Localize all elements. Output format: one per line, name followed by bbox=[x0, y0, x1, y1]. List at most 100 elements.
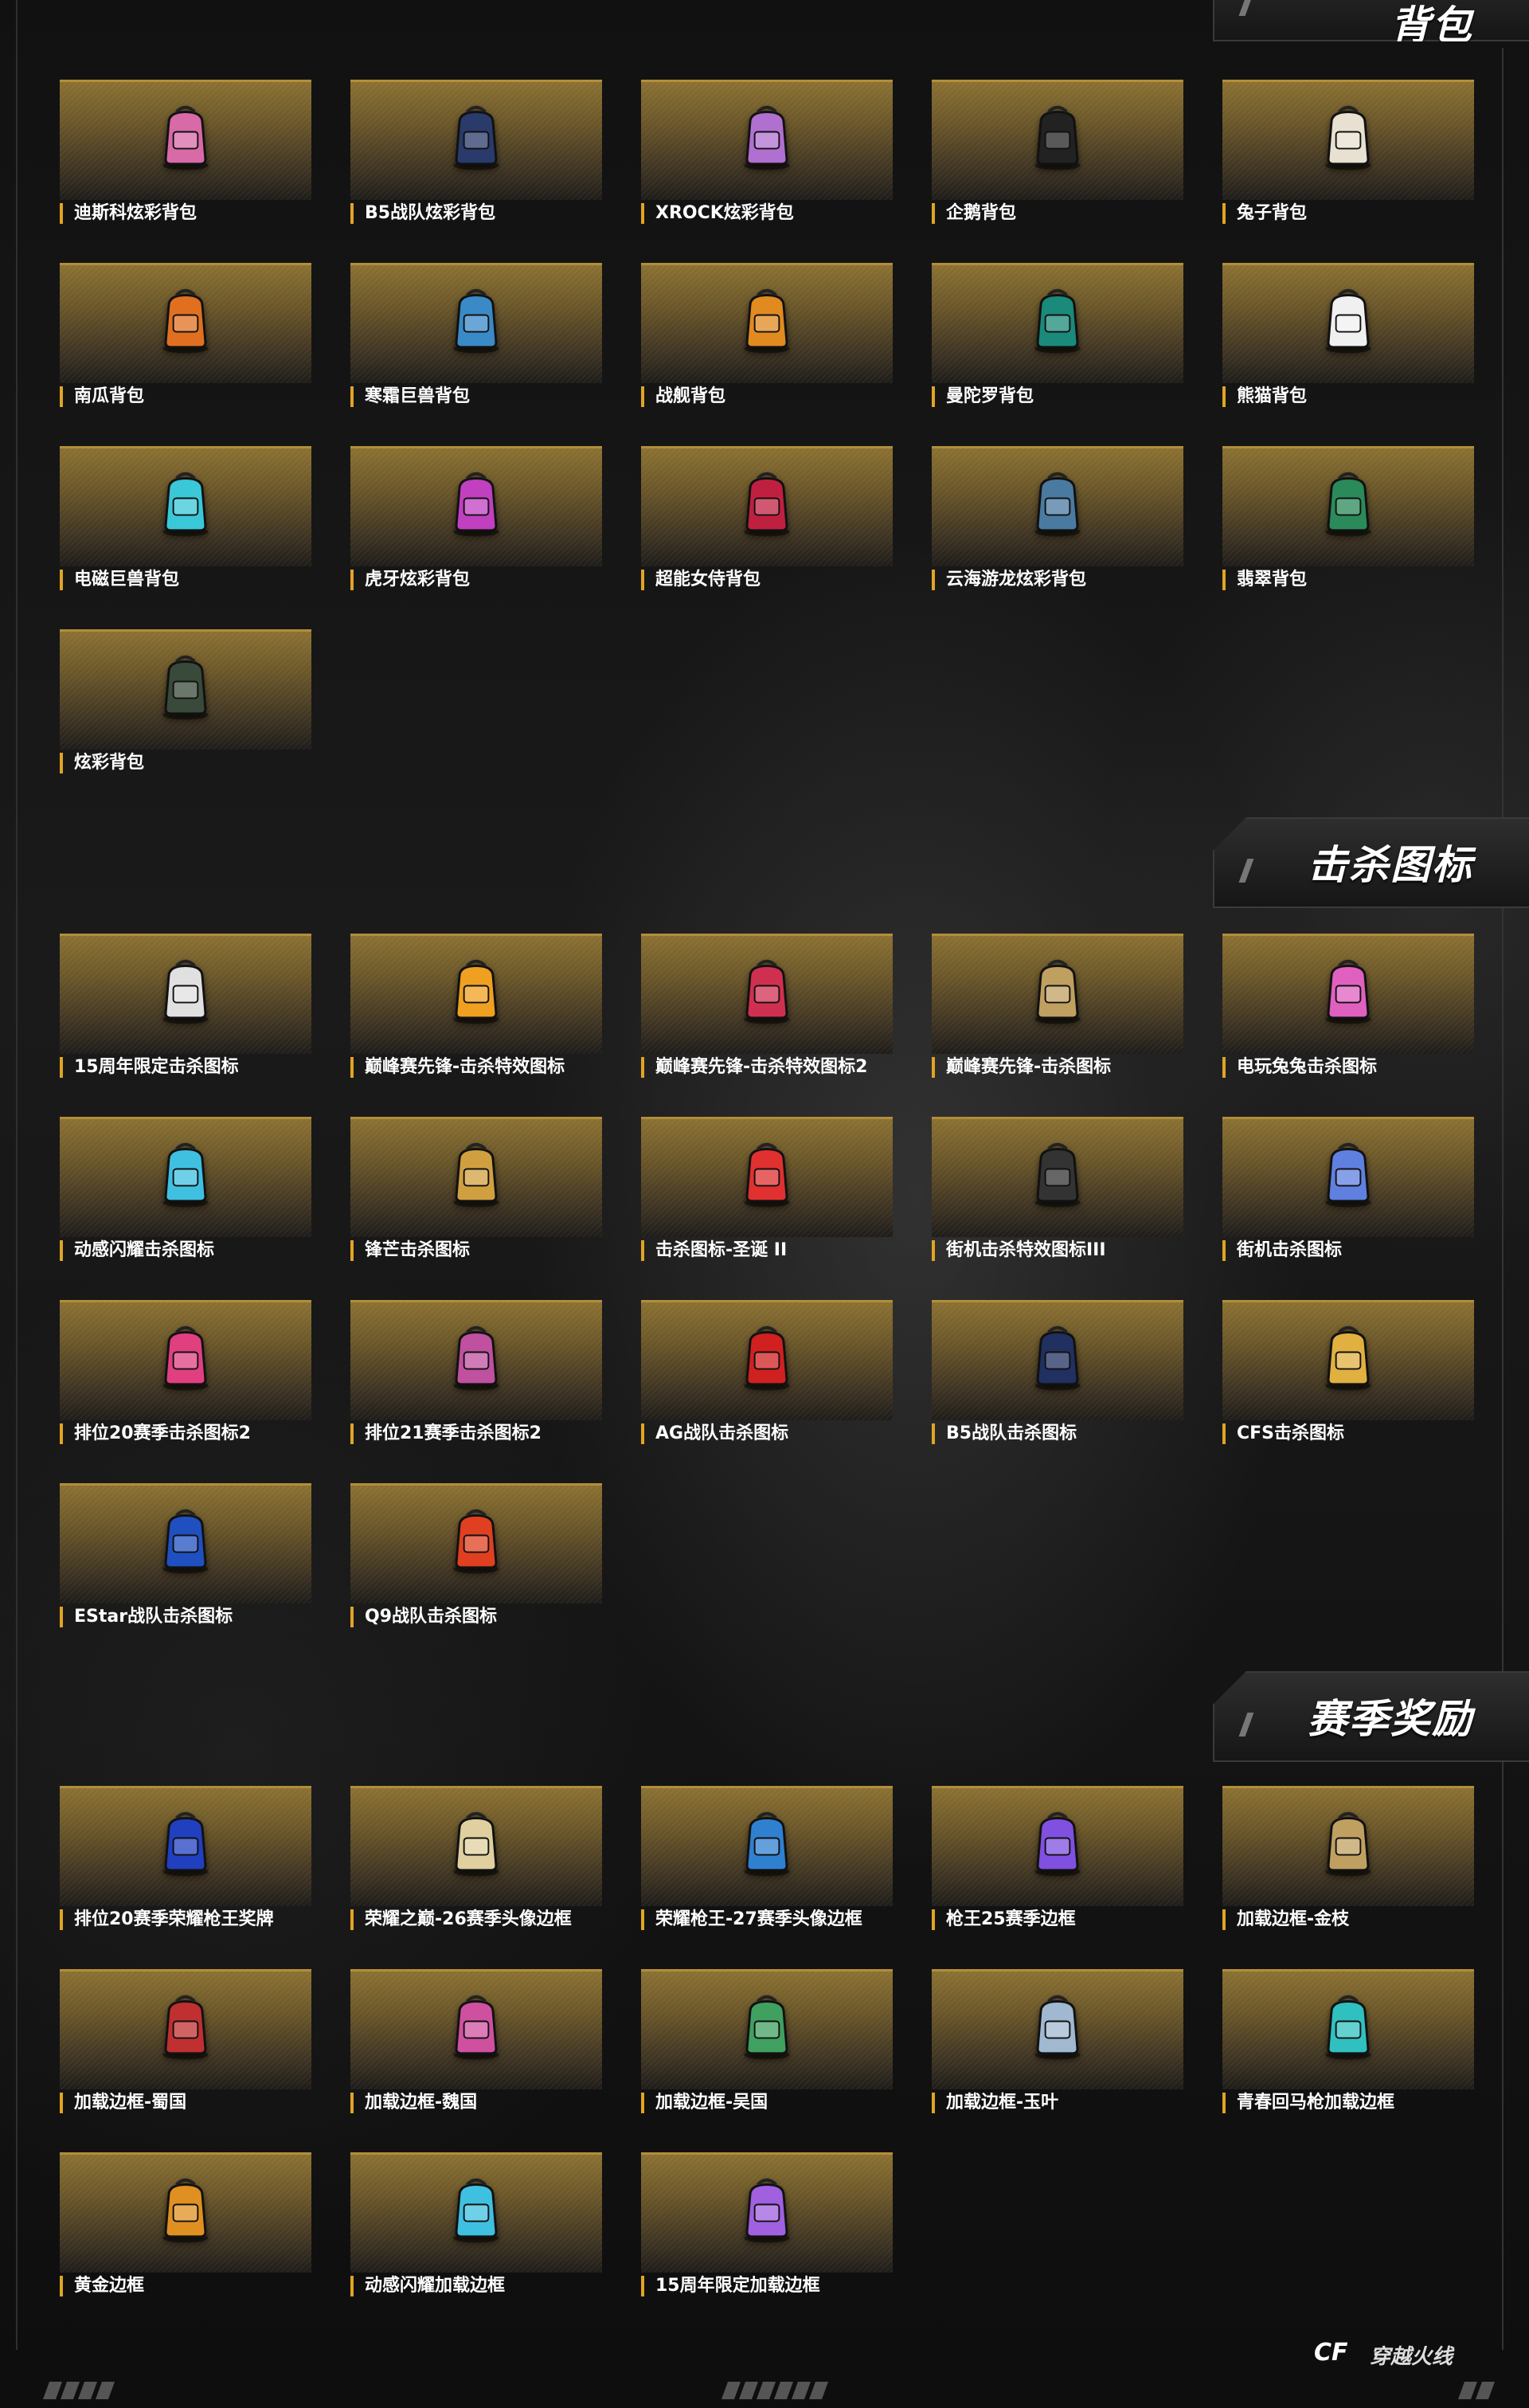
item-card bbox=[932, 263, 1183, 383]
reward-item[interactable]: 炫彩背包 bbox=[60, 629, 311, 773]
item-label: 电玩兔兔击杀图标 bbox=[1222, 1057, 1377, 1078]
reward-item[interactable]: XROCK炫彩背包 bbox=[641, 80, 893, 224]
item-label: 超能女侍背包 bbox=[641, 570, 761, 590]
item-label: 加载边框-吴国 bbox=[641, 2093, 768, 2113]
reward-item[interactable]: 加载边框-吴国 bbox=[641, 1969, 893, 2113]
item-card bbox=[641, 1969, 893, 2089]
reward-item[interactable]: CFS击杀图标 bbox=[1222, 1300, 1474, 1444]
item-label: 锋芒击杀图标 bbox=[350, 1240, 470, 1261]
footer-stripes-right bbox=[1457, 2382, 1496, 2399]
backpack-dark-green-icon bbox=[147, 648, 224, 724]
reward-item[interactable]: 南瓜背包 bbox=[60, 263, 311, 407]
item-card bbox=[932, 80, 1183, 200]
item-card bbox=[932, 1117, 1183, 1237]
logo-name: 穿越火线 bbox=[1370, 2345, 1453, 2369]
reward-item[interactable]: 15周年限定加载边框 bbox=[641, 2152, 893, 2296]
item-label: 黄金边框 bbox=[60, 2276, 144, 2296]
reward-item[interactable]: 寒霜巨兽背包 bbox=[350, 263, 602, 407]
reward-item[interactable]: 动感闪耀加载边框 bbox=[350, 2152, 602, 2296]
backpack-pink-icon bbox=[147, 98, 224, 174]
item-label: 战舰背包 bbox=[641, 386, 725, 407]
reward-item[interactable]: 街机击杀特效图标III bbox=[932, 1117, 1183, 1261]
item-label: XROCK炫彩背包 bbox=[641, 203, 794, 224]
wing-frame-gold-icon bbox=[438, 1804, 514, 1881]
reward-item[interactable]: 虎牙炫彩背包 bbox=[350, 446, 602, 590]
reward-item[interactable]: 15周年限定击杀图标 bbox=[60, 934, 311, 1078]
item-card bbox=[641, 446, 893, 566]
reward-item[interactable]: 企鹅背包 bbox=[932, 80, 1183, 224]
ranked-skull-icon bbox=[147, 1318, 224, 1395]
frame-purple-icon bbox=[1019, 1804, 1096, 1881]
reward-item[interactable]: 排位21赛季击杀图标2 bbox=[350, 1300, 602, 1444]
section-header: 赛季奖励 bbox=[1213, 1671, 1529, 1762]
item-label: 荣耀枪王-27赛季头像边框 bbox=[641, 1909, 862, 1930]
item-card bbox=[60, 2152, 311, 2273]
pumpkin-backpack-icon bbox=[147, 281, 224, 358]
reward-item[interactable]: 击杀图标-圣诞 II bbox=[641, 1117, 893, 1261]
item-card bbox=[1222, 446, 1474, 566]
item-label: 炫彩背包 bbox=[60, 753, 144, 773]
armored-skull-icon bbox=[1019, 952, 1096, 1028]
item-label: 巅峰赛先锋-击杀特效图标2 bbox=[641, 1057, 867, 1078]
reward-item[interactable]: 街机击杀图标 bbox=[1222, 1117, 1474, 1261]
reward-item[interactable]: 超能女侍背包 bbox=[641, 446, 893, 590]
reward-item[interactable]: Q9战队击杀图标 bbox=[350, 1483, 602, 1627]
item-card bbox=[350, 1786, 602, 1906]
reward-item[interactable]: 加载边框-金枝 bbox=[1222, 1786, 1474, 1930]
frame-golden-branch-icon bbox=[1310, 1804, 1386, 1881]
left-frame-line bbox=[16, 0, 18, 2350]
item-label: 电磁巨兽背包 bbox=[60, 570, 179, 590]
header-accent bbox=[1238, 0, 1254, 16]
reward-item[interactable]: 云海游龙炫彩背包 bbox=[932, 446, 1183, 590]
reward-item[interactable]: 荣耀枪王-27赛季头像边框 bbox=[641, 1786, 893, 1930]
reward-item[interactable]: 加载边框-蜀国 bbox=[60, 1969, 311, 2113]
item-card bbox=[641, 2152, 893, 2273]
cloud-dragon-backpack-icon bbox=[1019, 464, 1096, 541]
reward-item[interactable]: 锋芒击杀图标 bbox=[350, 1117, 602, 1261]
item-label: 加载边框-魏国 bbox=[350, 2093, 477, 2113]
winged-skull-pink-icon bbox=[1310, 952, 1386, 1028]
reward-item[interactable]: 黄金边框 bbox=[60, 2152, 311, 2296]
reward-item[interactable]: 战舰背包 bbox=[641, 263, 893, 407]
reward-item[interactable]: EStar战队击杀图标 bbox=[60, 1483, 311, 1627]
reward-item[interactable]: 排位20赛季击杀图标2 bbox=[60, 1300, 311, 1444]
reward-item[interactable]: B5战队击杀图标 bbox=[932, 1300, 1183, 1444]
item-card bbox=[932, 934, 1183, 1054]
item-card bbox=[641, 1786, 893, 1906]
reward-item[interactable]: 排位20赛季荣耀枪王奖牌 bbox=[60, 1786, 311, 1930]
jade-backpack-icon bbox=[1310, 464, 1386, 541]
item-label: 动感闪耀加载边框 bbox=[350, 2276, 505, 2296]
item-card bbox=[350, 2152, 602, 2273]
reward-item[interactable]: 巅峰赛先锋-击杀特效图标 bbox=[350, 934, 602, 1078]
item-card bbox=[350, 1969, 602, 2089]
reward-item[interactable]: 电磁巨兽背包 bbox=[60, 446, 311, 590]
section-title: 赛季奖励 bbox=[1308, 1696, 1473, 1742]
reward-item[interactable]: 兔子背包 bbox=[1222, 80, 1474, 224]
item-label: 街机击杀特效图标III bbox=[932, 1240, 1106, 1261]
crown-skull-icon bbox=[729, 952, 805, 1028]
team-skull-orange-icon bbox=[438, 1502, 514, 1578]
trophy-icon bbox=[438, 952, 514, 1028]
reward-item[interactable]: 曼陀罗背包 bbox=[932, 263, 1183, 407]
reward-item[interactable]: 巅峰赛先锋-击杀图标 bbox=[932, 934, 1183, 1078]
reward-item[interactable]: 熊猫背包 bbox=[1222, 263, 1474, 407]
reward-item[interactable]: 翡翠背包 bbox=[1222, 446, 1474, 590]
reward-item[interactable]: 青春回马枪加载边框 bbox=[1222, 1969, 1474, 2113]
item-label: 加载边框-玉叶 bbox=[932, 2093, 1058, 2113]
frame-cyan-icon bbox=[1310, 1987, 1386, 2064]
reward-item[interactable]: 迪斯科炫彩背包 bbox=[60, 80, 311, 224]
reward-item[interactable]: 加载边框-魏国 bbox=[350, 1969, 602, 2113]
reward-item[interactable]: 加载边框-玉叶 bbox=[932, 1969, 1183, 2113]
star-skull-icon bbox=[147, 1135, 224, 1212]
item-label: 排位20赛季荣耀枪王奖牌 bbox=[60, 1909, 274, 1930]
frame-wu-icon bbox=[729, 1987, 805, 2064]
reward-item[interactable]: 电玩兔兔击杀图标 bbox=[1222, 934, 1474, 1078]
reward-item[interactable]: 荣耀之巅-26赛季头像边框 bbox=[350, 1786, 602, 1930]
reward-item[interactable]: B5战队炫彩背包 bbox=[350, 80, 602, 224]
reward-item[interactable]: 动感闪耀击杀图标 bbox=[60, 1117, 311, 1261]
reward-item[interactable]: AG战队击杀图标 bbox=[641, 1300, 893, 1444]
reward-item[interactable]: 巅峰赛先锋-击杀特效图标2 bbox=[641, 934, 893, 1078]
item-card bbox=[641, 934, 893, 1054]
item-label: 排位21赛季击杀图标2 bbox=[350, 1423, 542, 1444]
reward-item[interactable]: 枪王25赛季边框 bbox=[932, 1786, 1183, 1930]
